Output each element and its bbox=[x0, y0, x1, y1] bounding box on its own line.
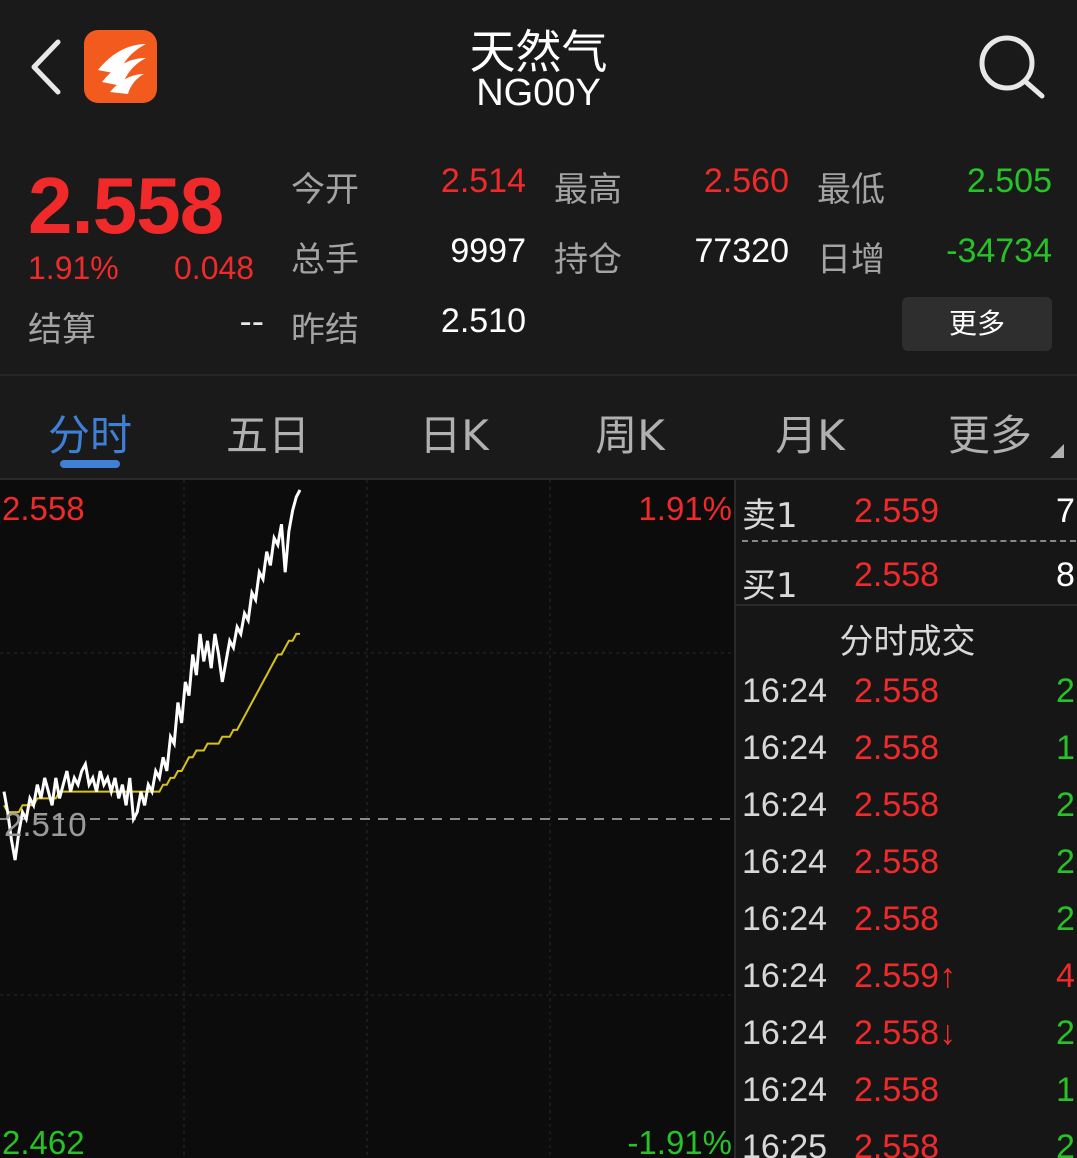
trade-row: 16:24 2.558 1 bbox=[736, 729, 1077, 786]
prev-settle-label: 昨结 bbox=[291, 310, 359, 350]
change-value: 0.048 bbox=[174, 250, 255, 286]
trade-row: 16:25 2.558 2 bbox=[736, 1128, 1077, 1158]
prev-settle-value: 2.510 bbox=[440, 302, 526, 340]
ask-label: 卖1 bbox=[742, 496, 798, 536]
daily-increase-label: 日增 bbox=[817, 240, 885, 280]
open-interest-value: 77320 bbox=[694, 232, 789, 270]
trade-price: 2.558 bbox=[854, 900, 940, 938]
low-label: 最低 bbox=[817, 170, 885, 210]
open-label: 今开 bbox=[291, 170, 359, 210]
trade-row: 16:24 2.558↓ 2 bbox=[736, 1014, 1077, 1071]
trade-row: 16:24 2.558 2 bbox=[736, 843, 1077, 900]
bid-volume: 8 bbox=[1056, 556, 1075, 594]
trade-time: 16:24 bbox=[742, 1014, 828, 1052]
tab-five-day[interactable]: 五日 bbox=[218, 402, 318, 463]
chart-max-percent: 1.91% bbox=[638, 490, 732, 527]
trade-row: 16:24 2.558 2 bbox=[736, 672, 1077, 729]
trade-volume: 2 bbox=[1056, 1014, 1075, 1052]
high-label: 最高 bbox=[554, 170, 622, 210]
active-tab-indicator bbox=[60, 460, 120, 468]
ask-price: 2.559 bbox=[854, 492, 940, 530]
trade-time: 16:24 bbox=[742, 672, 828, 710]
trade-price: 2.558↓ bbox=[854, 1014, 957, 1052]
trade-volume: 4 bbox=[1056, 957, 1075, 995]
tab-daily-k[interactable]: 日K bbox=[404, 402, 504, 463]
settle-value: -- bbox=[239, 302, 264, 342]
trade-price: 2.558 bbox=[854, 1071, 940, 1109]
trade-volume: 2 bbox=[1056, 1128, 1075, 1158]
trade-volume: 2 bbox=[1056, 672, 1075, 710]
trade-price: 2.559↑ bbox=[854, 957, 957, 995]
trade-volume: 1 bbox=[1056, 1071, 1075, 1109]
tab-monthly-k[interactable]: 月K bbox=[760, 402, 860, 463]
divider bbox=[736, 604, 1077, 606]
search-icon[interactable] bbox=[976, 32, 1046, 102]
instrument-code: NG00Y bbox=[476, 72, 601, 114]
high-value: 2.560 bbox=[703, 162, 789, 200]
settle-label: 结算 bbox=[28, 310, 96, 350]
trade-time: 16:24 bbox=[742, 729, 828, 767]
dropdown-caret-icon bbox=[1050, 444, 1064, 458]
trade-time: 16:24 bbox=[742, 900, 828, 938]
trade-price: 2.558 bbox=[854, 1128, 940, 1158]
last-price: 2.558 bbox=[28, 161, 224, 250]
low-value: 2.505 bbox=[966, 162, 1052, 200]
daily-increase-value: -34734 bbox=[946, 232, 1052, 270]
trade-time: 16:24 bbox=[742, 1071, 828, 1109]
trade-time: 16:24 bbox=[742, 843, 828, 881]
chart-canvas bbox=[0, 480, 734, 1158]
intraday-chart[interactable]: 2.558 1.91% 2.510 2.462 -1.91% bbox=[0, 480, 734, 1158]
trade-time: 16:24 bbox=[742, 786, 828, 824]
tab-intraday[interactable]: 分时 bbox=[40, 402, 140, 463]
trade-price: 2.558 bbox=[854, 672, 940, 710]
chart-tabs: 分时 五日 日K 周K 月K 更多 bbox=[0, 376, 1077, 478]
trade-time: 16:25 bbox=[742, 1128, 828, 1158]
volume-value: 9997 bbox=[450, 232, 526, 270]
bid-label: 买1 bbox=[742, 566, 798, 606]
trade-row: 16:24 2.558 2 bbox=[736, 900, 1077, 957]
change-percent: 1.91% bbox=[28, 250, 119, 286]
bid-price: 2.558 bbox=[854, 556, 940, 594]
trade-row: 16:24 2.558 1 bbox=[736, 1071, 1077, 1128]
more-button[interactable]: 更多 bbox=[902, 297, 1052, 351]
order-book-panel: 卖1 2.559 7 买1 2.558 8 分时成交 16:24 2.558 2 16… bbox=[734, 480, 1077, 1158]
trade-row: 16:24 2.558 2 bbox=[736, 786, 1077, 843]
open-interest-label: 持仓 bbox=[554, 240, 622, 280]
price-line bbox=[2, 489, 302, 861]
ask-volume: 7 bbox=[1056, 492, 1075, 530]
quote-panel: 2.558 1.91% 0.048 结算 -- 今开 2.514 最高 2.56… bbox=[0, 150, 1077, 375]
trade-time: 16:24 bbox=[742, 957, 828, 995]
trade-price: 2.558 bbox=[854, 729, 940, 767]
trade-price: 2.558 bbox=[854, 786, 940, 824]
chart-ref-price: 2.510 bbox=[4, 806, 87, 843]
trade-price: 2.558 bbox=[854, 843, 940, 881]
trade-volume: 2 bbox=[1056, 786, 1075, 824]
open-value: 2.514 bbox=[440, 162, 526, 200]
chart-min-price: 2.462 bbox=[2, 1124, 85, 1158]
trade-volume: 1 bbox=[1056, 729, 1075, 767]
volume-label: 总手 bbox=[291, 240, 359, 280]
trades-title: 分时成交 bbox=[839, 622, 976, 662]
trade-volume: 2 bbox=[1056, 843, 1075, 881]
header-bar: 天然气 NG00Y bbox=[0, 0, 1077, 150]
chart-min-percent: -1.91% bbox=[627, 1124, 732, 1158]
tab-more[interactable]: 更多 bbox=[940, 402, 1040, 463]
tab-weekly-k[interactable]: 周K bbox=[580, 402, 680, 463]
chart-max-price: 2.558 bbox=[2, 490, 85, 527]
trade-row: 16:24 2.559↑ 4 bbox=[736, 957, 1077, 1014]
ask-bid-divider bbox=[742, 540, 1076, 542]
trade-volume: 2 bbox=[1056, 900, 1075, 938]
